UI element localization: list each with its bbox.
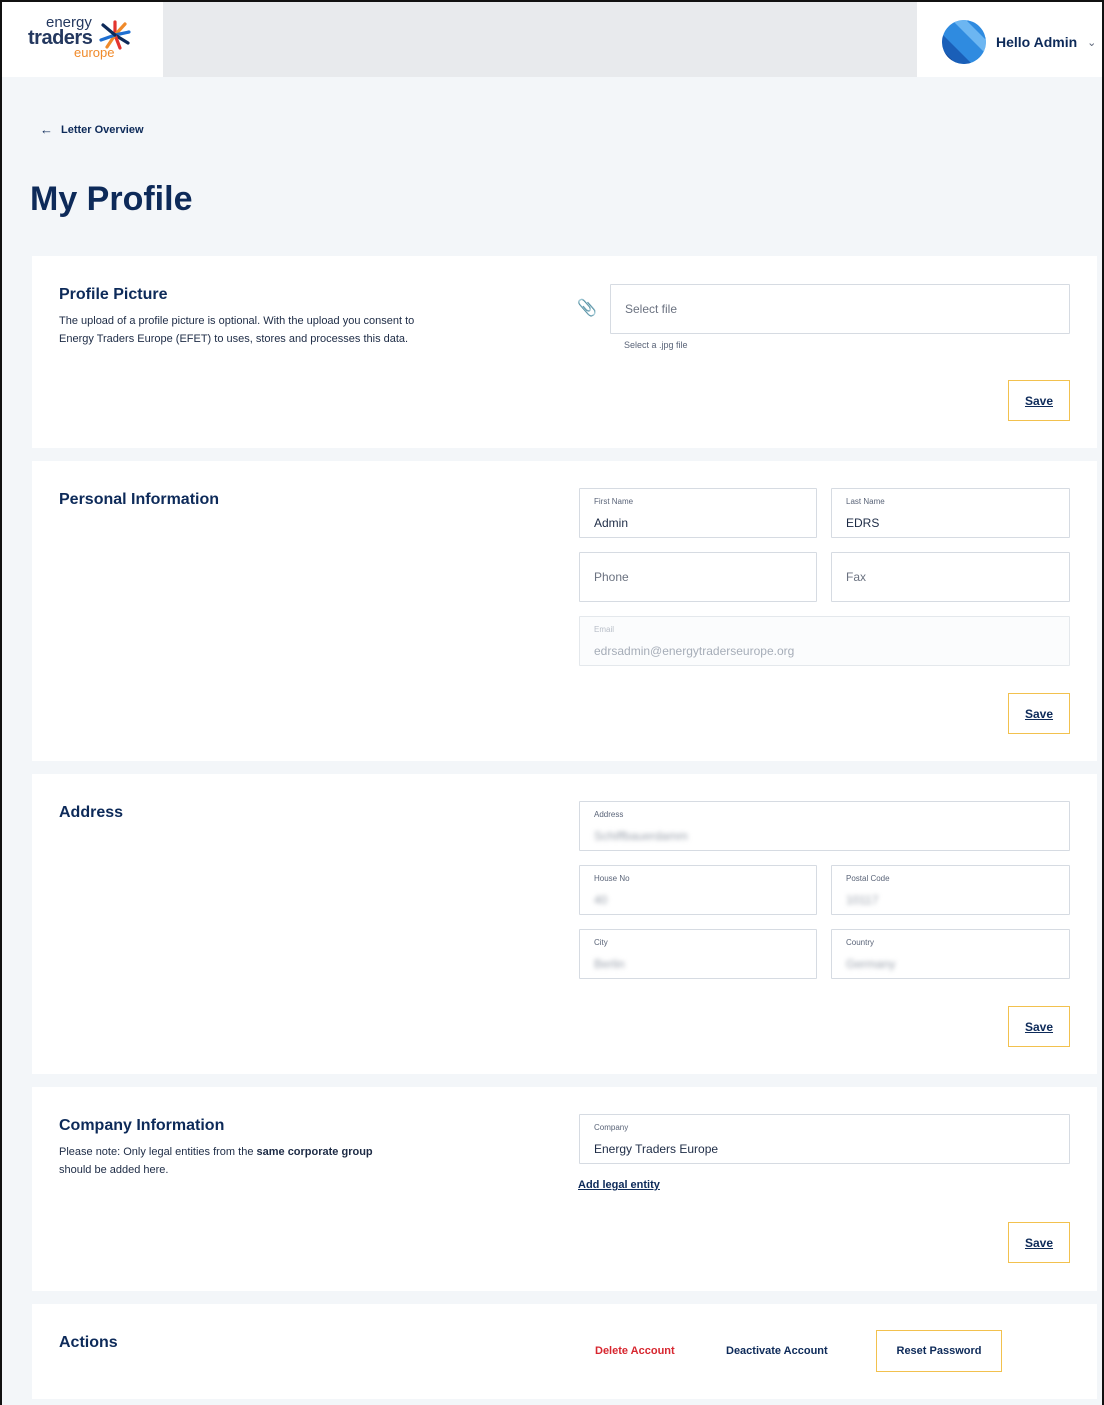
back-link-label: Letter Overview: [61, 123, 144, 136]
arrow-left-icon: ←: [40, 122, 53, 137]
address-title: Address: [59, 804, 124, 821]
email-value: edrsadmin@energytraderseurope.org: [594, 644, 795, 658]
file-hint: Select a .jpg file: [624, 340, 688, 350]
phone-placeholder: Phone: [594, 570, 629, 584]
company-save-button[interactable]: Save: [1008, 1222, 1070, 1263]
personal-information-title: Personal Information: [59, 491, 220, 508]
add-legal-entity-link[interactable]: Add legal entity: [578, 1179, 660, 1191]
city-label: City: [594, 938, 608, 947]
phone-field[interactable]: Phone: [579, 552, 817, 602]
city-field[interactable]: City Berlin: [579, 929, 817, 979]
logo-burst-icon: [99, 20, 131, 50]
company-information-title: Company Information: [59, 1117, 225, 1134]
company-note-prefix: Please note: Only legal entities from th…: [59, 1146, 257, 1158]
address-save-button[interactable]: Save: [1008, 1006, 1070, 1047]
deactivate-account-button[interactable]: Deactivate Account: [726, 1345, 828, 1357]
email-label: Email: [594, 625, 615, 634]
country-field[interactable]: Country Germany: [831, 929, 1070, 979]
house-no-label: House No: [594, 874, 630, 883]
company-note-suffix: should be added here.: [59, 1164, 169, 1176]
delete-account-button[interactable]: Delete Account: [595, 1345, 675, 1357]
country-label: Country: [846, 938, 875, 947]
page-title: My Profile: [30, 180, 193, 218]
last-name-value: EDRS: [846, 516, 880, 530]
postal-code-label: Postal Code: [846, 874, 890, 883]
fax-field[interactable]: Fax: [831, 552, 1070, 602]
house-no-value: 40: [594, 893, 608, 907]
app-frame: energy traders europe Hello Admin ⌄ ← Le…: [0, 0, 1104, 1405]
first-name-label: First Name: [594, 497, 634, 506]
top-bar-filler: [163, 2, 917, 77]
last-name-field[interactable]: Last Name EDRS: [831, 488, 1070, 538]
email-field: Email edrsadmin@energytraderseurope.org: [579, 616, 1070, 666]
company-label: Company: [594, 1123, 629, 1132]
back-link[interactable]: ← Letter Overview: [40, 122, 144, 137]
file-select-placeholder: Select file: [625, 302, 678, 316]
house-no-field[interactable]: House No 40: [579, 865, 817, 915]
top-bar: energy traders europe Hello Admin ⌄: [2, 2, 1102, 77]
last-name-label: Last Name: [846, 497, 885, 506]
address-card: Address Address Schiffbauerdamm House No…: [32, 774, 1097, 1074]
personal-information-card: Personal Information First Name Admin La…: [32, 461, 1097, 761]
company-note: Please note: Only legal entities from th…: [59, 1143, 439, 1179]
paperclip-icon: 📎: [577, 300, 597, 317]
fax-placeholder: Fax: [846, 570, 867, 584]
avatar: [942, 20, 986, 64]
reset-password-button[interactable]: Reset Password: [876, 1330, 1002, 1372]
actions-card: Actions Delete Account Deactivate Accoun…: [32, 1304, 1097, 1399]
address-label: Address: [594, 810, 624, 819]
address-field[interactable]: Address Schiffbauerdamm: [579, 801, 1070, 851]
first-name-field[interactable]: First Name Admin: [579, 488, 817, 538]
country-value: Germany: [846, 957, 896, 971]
company-field[interactable]: Company Energy Traders Europe: [579, 1114, 1070, 1164]
first-name-value: Admin: [594, 516, 629, 530]
company-note-bold: same corporate group: [256, 1146, 373, 1158]
profile-picture-description: The upload of a profile picture is optio…: [59, 315, 415, 345]
city-value: Berlin: [594, 957, 625, 971]
company-value: Energy Traders Europe: [594, 1142, 719, 1156]
postal-code-value: 10117: [846, 893, 879, 907]
actions-title: Actions: [59, 1334, 118, 1351]
profile-picture-save-button[interactable]: Save: [1008, 380, 1070, 421]
file-select-input[interactable]: Select file: [610, 284, 1070, 334]
postal-code-field[interactable]: Postal Code 10117: [831, 865, 1070, 915]
address-value: Schiffbauerdamm: [594, 829, 688, 843]
personal-information-save-button[interactable]: Save: [1008, 693, 1070, 734]
company-information-card: Company Information Please note: Only le…: [32, 1087, 1097, 1291]
user-greeting: Hello Admin: [996, 34, 1078, 50]
avatar-graphic-icon: [942, 20, 986, 64]
user-menu[interactable]: Hello Admin ⌄: [942, 20, 1096, 64]
brand-logo[interactable]: energy traders europe: [10, 12, 162, 77]
chevron-down-icon: ⌄: [1087, 36, 1097, 49]
profile-picture-card: Profile Picture The upload of a profile …: [32, 256, 1097, 448]
profile-picture-title: Profile Picture: [59, 286, 168, 303]
